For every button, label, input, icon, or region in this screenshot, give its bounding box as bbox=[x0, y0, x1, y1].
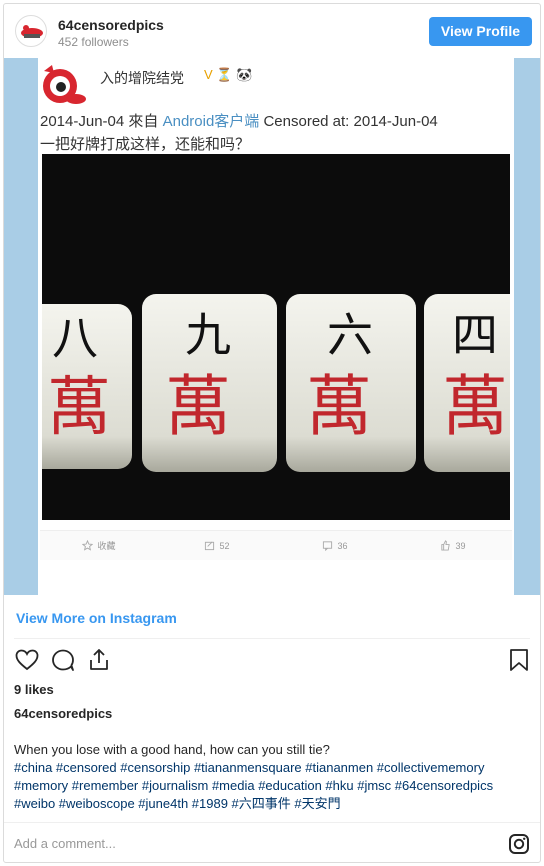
weibo-repost: 52 bbox=[158, 531, 276, 560]
svg-text:萬: 萬 bbox=[165, 368, 231, 445]
svg-text:萬: 萬 bbox=[442, 368, 508, 445]
comment-icon[interactable] bbox=[50, 647, 76, 673]
weibo-meta: 2014-Jun-04 來自 Android客户端 Censored at: 2… bbox=[40, 110, 438, 131]
share-icon[interactable] bbox=[86, 647, 112, 673]
mahjong-tile-2: 九 萬 bbox=[142, 294, 277, 472]
svg-text:六: 六 bbox=[327, 308, 373, 362]
post-owner-username[interactable]: 64censoredpics bbox=[14, 706, 112, 721]
mahjong-tile-3: 六 萬 bbox=[286, 294, 416, 472]
weibo-via: 來自 bbox=[128, 113, 159, 130]
weibo-action-bar: 收藏 52 36 39 bbox=[40, 530, 512, 560]
star-icon bbox=[82, 540, 94, 551]
view-profile-button[interactable]: View Profile bbox=[428, 17, 532, 46]
mahjong-photo: 八 萬 九 萬 六 萬 四 萬 bbox=[42, 154, 510, 520]
weibo-favorite: 收藏 bbox=[40, 531, 158, 560]
svg-text:九: 九 bbox=[185, 308, 231, 362]
comment-input[interactable] bbox=[14, 836, 414, 851]
post-hashtags[interactable]: #china #censored #censorship #tiananmens… bbox=[14, 759, 534, 813]
view-more-link[interactable]: View More on Instagram bbox=[16, 610, 177, 626]
repost-icon bbox=[205, 541, 215, 551]
post-header: 64censoredpics 452 followers View Profil… bbox=[4, 4, 540, 58]
comment-icon bbox=[323, 541, 333, 551]
svg-text:萬: 萬 bbox=[306, 368, 372, 445]
instagram-icon[interactable] bbox=[508, 833, 530, 855]
weibo-like: 39 bbox=[394, 531, 512, 560]
post-caption: When you lose with a good hand, how can … bbox=[14, 742, 330, 757]
profile-avatar[interactable] bbox=[15, 15, 47, 47]
mahjong-tile-1: 八 萬 bbox=[42, 304, 132, 469]
weibo-text: 一把好牌打成这样，还能和吗？ bbox=[40, 136, 251, 153]
follower-count: 452 followers bbox=[58, 35, 129, 49]
like-count[interactable]: 9 likes bbox=[14, 682, 54, 697]
thumb-icon bbox=[441, 540, 451, 551]
svg-text:四: 四 bbox=[452, 308, 498, 362]
weibo-author: 入的增院结党 bbox=[100, 70, 184, 86]
heart-icon[interactable] bbox=[14, 647, 40, 673]
instagram-embed-card: 64censoredpics 452 followers View Profil… bbox=[3, 3, 541, 863]
weibo-censored-at: Censored at: 2014-Jun-04 bbox=[263, 113, 438, 130]
weibo-screenshot: 入的增院结党 V ⏳ 🐼 2014-Jun-04 來自 Android客户端 C… bbox=[38, 58, 514, 595]
profile-username[interactable]: 64censoredpics bbox=[58, 17, 164, 33]
post-media[interactable]: 入的增院结党 V ⏳ 🐼 2014-Jun-04 來自 Android客户端 C… bbox=[4, 58, 540, 595]
weibo-badges: V ⏳ 🐼 bbox=[204, 67, 253, 82]
divider bbox=[4, 822, 540, 823]
weibo-date: 2014-Jun-04 bbox=[40, 113, 125, 130]
svg-text:八: 八 bbox=[52, 311, 98, 365]
mahjong-tile-4: 四 萬 bbox=[424, 294, 510, 472]
weibo-source: Android客户端 bbox=[162, 113, 260, 130]
weibo-avatar bbox=[40, 61, 90, 107]
weibo-comment: 36 bbox=[276, 531, 394, 560]
svg-text:萬: 萬 bbox=[47, 371, 111, 445]
divider bbox=[14, 638, 530, 639]
bookmark-icon[interactable] bbox=[508, 647, 530, 673]
